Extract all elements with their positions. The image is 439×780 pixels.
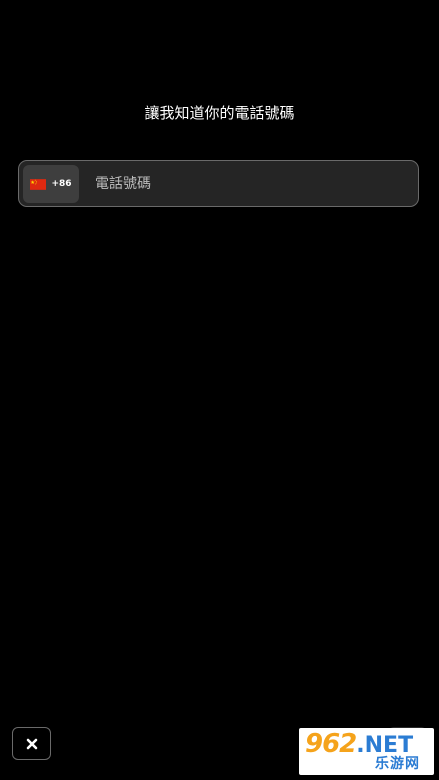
site-watermark: 962 .NET 乐游网 — [299, 728, 434, 775]
watermark-numerals: 962 — [305, 729, 357, 759]
close-button[interactable] — [12, 727, 51, 760]
close-icon — [26, 738, 37, 749]
phone-number-input[interactable] — [95, 167, 395, 201]
country-code-selector[interactable]: +86 — [23, 165, 79, 203]
china-flag-icon — [30, 178, 47, 190]
country-dial-code: +86 — [51, 178, 72, 189]
phone-number-field: +86 — [18, 160, 419, 207]
page-title: 讓我知道你的電話號碼 — [144, 104, 295, 122]
watermark-tagline: 乐游网 — [375, 756, 420, 772]
phone-entry-screen: 讓我知道你的電話號碼 +86 962 .NET 乐游网 — [0, 0, 439, 780]
